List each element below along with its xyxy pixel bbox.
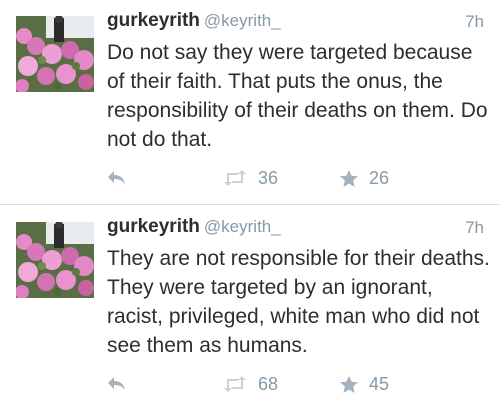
display-name[interactable]: gurkeyrith [107,216,200,237]
favorite-button[interactable]: 26 [339,163,389,193]
tweet-actions: 68 45 [0,369,500,399]
tweet-text: They are not responsible for their death… [107,247,490,357]
tweet[interactable]: gurkeyrith @keyrith_ 7h Do not say they w… [0,0,500,205]
tweet-text: Do not say they were targeted because of… [107,41,488,151]
tweet-author[interactable]: gurkeyrith @keyrith_ [107,216,281,238]
avatar-flowers-image [16,16,94,92]
reply-icon [108,377,125,390]
reply-button[interactable] [106,163,128,193]
reply-button[interactable] [106,369,128,399]
tweet-author[interactable]: gurkeyrith @keyrith_ [107,10,281,32]
tweet-timestamp[interactable]: 7h [465,218,484,238]
avatar-flowers-image [16,222,94,298]
avatar[interactable] [16,222,94,298]
favorite-count: 45 [369,373,390,394]
favorite-count: 26 [369,167,390,188]
user-handle[interactable]: @keyrith_ [204,217,281,236]
star-icon [340,169,358,187]
tweet-divider [0,204,500,205]
favorite-button[interactable]: 45 [339,369,389,399]
tweet[interactable]: gurkeyrith @keyrith_ 7h They are not resp… [0,206,500,412]
retweet-count: 68 [258,373,279,394]
display-name[interactable]: gurkeyrith [107,10,200,31]
tweet-timestamp[interactable]: 7h [465,12,484,32]
retweet-button[interactable]: 36 [222,163,278,193]
avatar[interactable] [16,16,94,92]
retweet-icon [224,170,246,186]
retweet-count: 36 [258,167,279,188]
retweet-icon [224,376,246,392]
star-icon [340,375,358,393]
tweet-actions: 36 26 [0,163,500,193]
retweet-button[interactable]: 68 [222,369,278,399]
reply-icon [108,171,125,184]
user-handle[interactable]: @keyrith_ [204,11,281,30]
